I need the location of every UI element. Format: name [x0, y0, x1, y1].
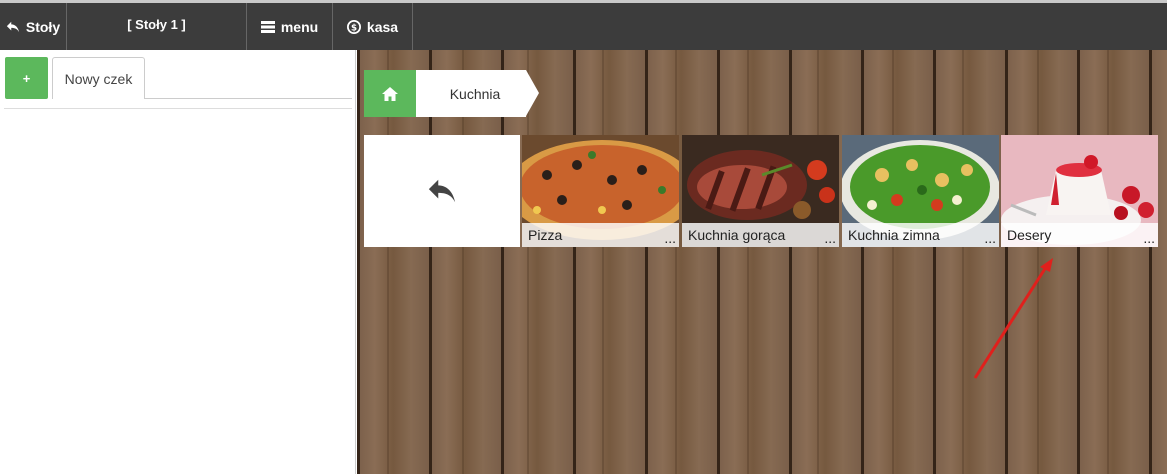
add-check-button[interactable]: +	[5, 57, 48, 99]
category-more: ...	[984, 230, 996, 246]
category-label: Kuchnia gorąca	[682, 223, 839, 247]
breadcrumb-home[interactable]	[364, 70, 416, 117]
undo-arrow-icon	[428, 179, 456, 203]
top-bar: Stoły [ Stoły 1 ] menu $ kasa	[0, 0, 1167, 50]
category-label: Pizza	[522, 223, 679, 247]
svg-text:$: $	[351, 23, 357, 33]
category-more: ...	[1143, 230, 1155, 246]
category-label: Kuchnia zimna	[842, 223, 999, 247]
category-tile-kuchnia-goraca[interactable]: Kuchnia gorąca ...	[682, 135, 839, 247]
dollar-circle-icon: $	[346, 19, 361, 34]
annotation-arrow	[973, 258, 1053, 379]
menu-button[interactable]: menu	[247, 3, 333, 50]
breadcrumb-item-kuchnia[interactable]: Kuchnia	[416, 70, 526, 117]
category-label: Desery	[1001, 223, 1158, 247]
tab-divider	[145, 98, 352, 99]
home-icon	[382, 86, 398, 101]
current-table-label: [ Stoły 1 ]	[67, 3, 247, 50]
category-more: ...	[824, 230, 836, 246]
undo-arrow-icon	[6, 21, 19, 32]
tab-new-check[interactable]: Nowy czek	[52, 57, 145, 99]
back-label: Stoły	[25, 18, 61, 35]
check-tab-label: Nowy czek	[64, 70, 133, 87]
category-more: ...	[664, 230, 676, 246]
kasa-button[interactable]: $ kasa	[333, 3, 413, 50]
hamburger-icon	[260, 20, 275, 33]
category-tile-pizza[interactable]: Pizza ...	[522, 135, 679, 247]
breadcrumb-label: Kuchnia	[449, 85, 501, 102]
category-tile-kuchnia-zimna[interactable]: Kuchnia zimna ...	[842, 135, 999, 247]
panel-divider	[4, 108, 352, 109]
add-label: +	[22, 70, 31, 86]
table-label: [ Stoły 1 ]	[127, 17, 186, 32]
category-tile-desery[interactable]: Desery ...	[1001, 135, 1158, 247]
back-category-tile[interactable]	[364, 135, 520, 247]
breadcrumb-kuchnia-arrow	[526, 70, 539, 116]
back-to-tables-button[interactable]: Stoły	[0, 3, 67, 50]
kasa-label: kasa	[366, 18, 399, 35]
menu-label: menu	[280, 18, 319, 35]
check-panel: + Nowy czek	[0, 50, 356, 474]
